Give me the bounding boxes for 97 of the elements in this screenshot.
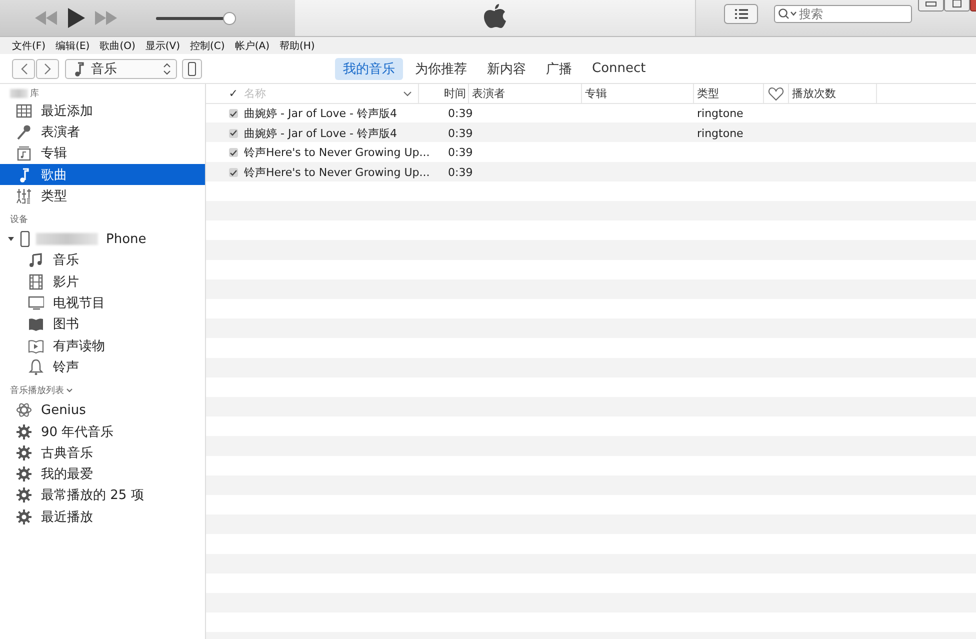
table-cell: ringtone [697, 126, 744, 140]
sidebar-item[interactable]: 电视节目 [0, 292, 205, 314]
list-icon [724, 4, 758, 24]
device-item[interactable]: Phone [0, 228, 205, 250]
redacted-text [10, 88, 28, 98]
bell-icon [28, 358, 44, 375]
checkmark-icon [230, 130, 237, 136]
menu-item[interactable]: 歌曲(O) [100, 38, 136, 52]
back-button[interactable] [12, 58, 35, 78]
section-header[interactable]: 音乐播放列表 [10, 384, 64, 398]
column-header[interactable]: ✓ [228, 87, 238, 100]
chevron-right-icon [44, 62, 52, 74]
checkmark-icon [230, 150, 237, 156]
sidebar-item[interactable]: 类型 [0, 185, 205, 206]
table-cell: 铃声Here's to Never Growing Up... [244, 165, 430, 180]
sidebar-item[interactable]: 图书 [0, 314, 205, 335]
table-cell: 曲婉婷 - Jar of Love - 铃声版4 [244, 126, 397, 141]
playlist-item[interactable]: 我的最爱 [0, 463, 205, 485]
column-header[interactable]: 类型 [697, 86, 719, 101]
checkbox[interactable] [229, 148, 238, 158]
album-icon [16, 145, 32, 162]
book-icon [28, 316, 44, 332]
playlist-item[interactable]: 古典音乐 [0, 442, 205, 464]
menu-item[interactable]: 控制(C) [190, 38, 225, 52]
sidebar-item[interactable]: 有声读物 [0, 334, 205, 356]
microphone-icon [16, 124, 32, 140]
checkbox[interactable] [229, 109, 238, 118]
checkmark-icon [230, 110, 237, 117]
playlist-item[interactable]: 90 年代音乐 [0, 420, 205, 442]
search-icon [778, 8, 798, 20]
sidebar-item[interactable]: 音乐 [0, 250, 205, 272]
genre-icon [16, 188, 32, 204]
column-header[interactable]: 播放次数 [792, 86, 836, 101]
tab[interactable]: Connect [584, 58, 654, 80]
section-header: 设备 [10, 214, 28, 226]
media-picker[interactable]: 音乐 [65, 58, 177, 78]
fast-forward-icon [95, 11, 117, 25]
maximize-icon [944, 0, 970, 12]
playlist-item[interactable]: 最近播放 [0, 506, 205, 528]
atom-icon [16, 402, 32, 418]
film-icon [28, 274, 44, 290]
tab[interactable]: 我的音乐 [335, 58, 403, 80]
table-cell: 0:39 [448, 107, 473, 120]
sidebar-item[interactable]: 铃声 [0, 356, 205, 378]
play-icon [67, 8, 85, 28]
column-header[interactable]: 时间 [444, 86, 466, 101]
heart-icon [768, 86, 784, 100]
picker-value: 音乐 [91, 60, 118, 78]
sidebar-item[interactable]: 歌曲 [0, 164, 205, 186]
forward-button[interactable] [36, 58, 59, 78]
menu-item[interactable]: 文件(F) [12, 38, 46, 52]
table-cell: 铃声Here's to Never Growing Up... [244, 145, 430, 160]
grid-icon [16, 102, 32, 119]
sidebar-item[interactable]: 最近添加 [0, 100, 205, 122]
apple-logo-icon [483, 2, 507, 30]
tab[interactable]: 新内容 [479, 58, 534, 80]
gear-icon [16, 508, 32, 525]
chevron-down-icon [403, 90, 412, 96]
table-cell: 0:39 [448, 146, 473, 160]
chevron-down-icon [66, 388, 73, 394]
gear-icon [16, 487, 32, 504]
gear-icon [16, 466, 32, 482]
table-cell: 曲婉婷 - Jar of Love - 铃声版4 [244, 106, 397, 122]
phone-icon [188, 62, 196, 76]
tv-icon [28, 295, 44, 312]
checkbox[interactable] [229, 168, 238, 178]
gear-icon [16, 424, 32, 440]
section-header: 库 [30, 88, 39, 100]
gear-icon [16, 444, 32, 461]
tab[interactable]: 广播 [538, 58, 580, 80]
music-note-icon [28, 252, 44, 268]
menu-item[interactable]: 帮助(H) [279, 38, 315, 52]
sidebar-item[interactable]: 表演者 [0, 121, 205, 143]
menu-item[interactable]: 显示(V) [145, 38, 180, 52]
redacted-text [36, 233, 98, 246]
checkmark-icon [230, 170, 237, 176]
phone-icon [20, 231, 30, 248]
tab[interactable]: 为你推荐 [407, 58, 475, 80]
table-cell: ringtone [697, 107, 744, 120]
playlist-item[interactable]: 最常播放的 25 项 [0, 484, 205, 506]
menu-item[interactable]: 帐户(A) [234, 38, 270, 52]
column-header[interactable]: 表演者 [472, 86, 505, 101]
column-header[interactable]: 专辑 [585, 86, 607, 101]
minimize-icon [918, 0, 944, 12]
audiobook-icon [28, 338, 44, 354]
sidebar-item[interactable]: 专辑 [0, 142, 205, 164]
device-button[interactable] [182, 58, 202, 78]
search-field[interactable]: 搜索 [774, 5, 912, 23]
table-cell: 0:39 [448, 126, 473, 140]
rewind-icon [35, 11, 57, 25]
chevron-left-icon [20, 62, 28, 74]
updown-chevron-icon [163, 62, 171, 74]
table-cell: 0:39 [448, 166, 473, 180]
checkbox[interactable] [229, 128, 238, 138]
playlist-item[interactable]: Genius [0, 400, 205, 421]
sidebar-item[interactable]: 影片 [0, 271, 205, 292]
menu-item[interactable]: 编辑(E) [56, 38, 90, 52]
